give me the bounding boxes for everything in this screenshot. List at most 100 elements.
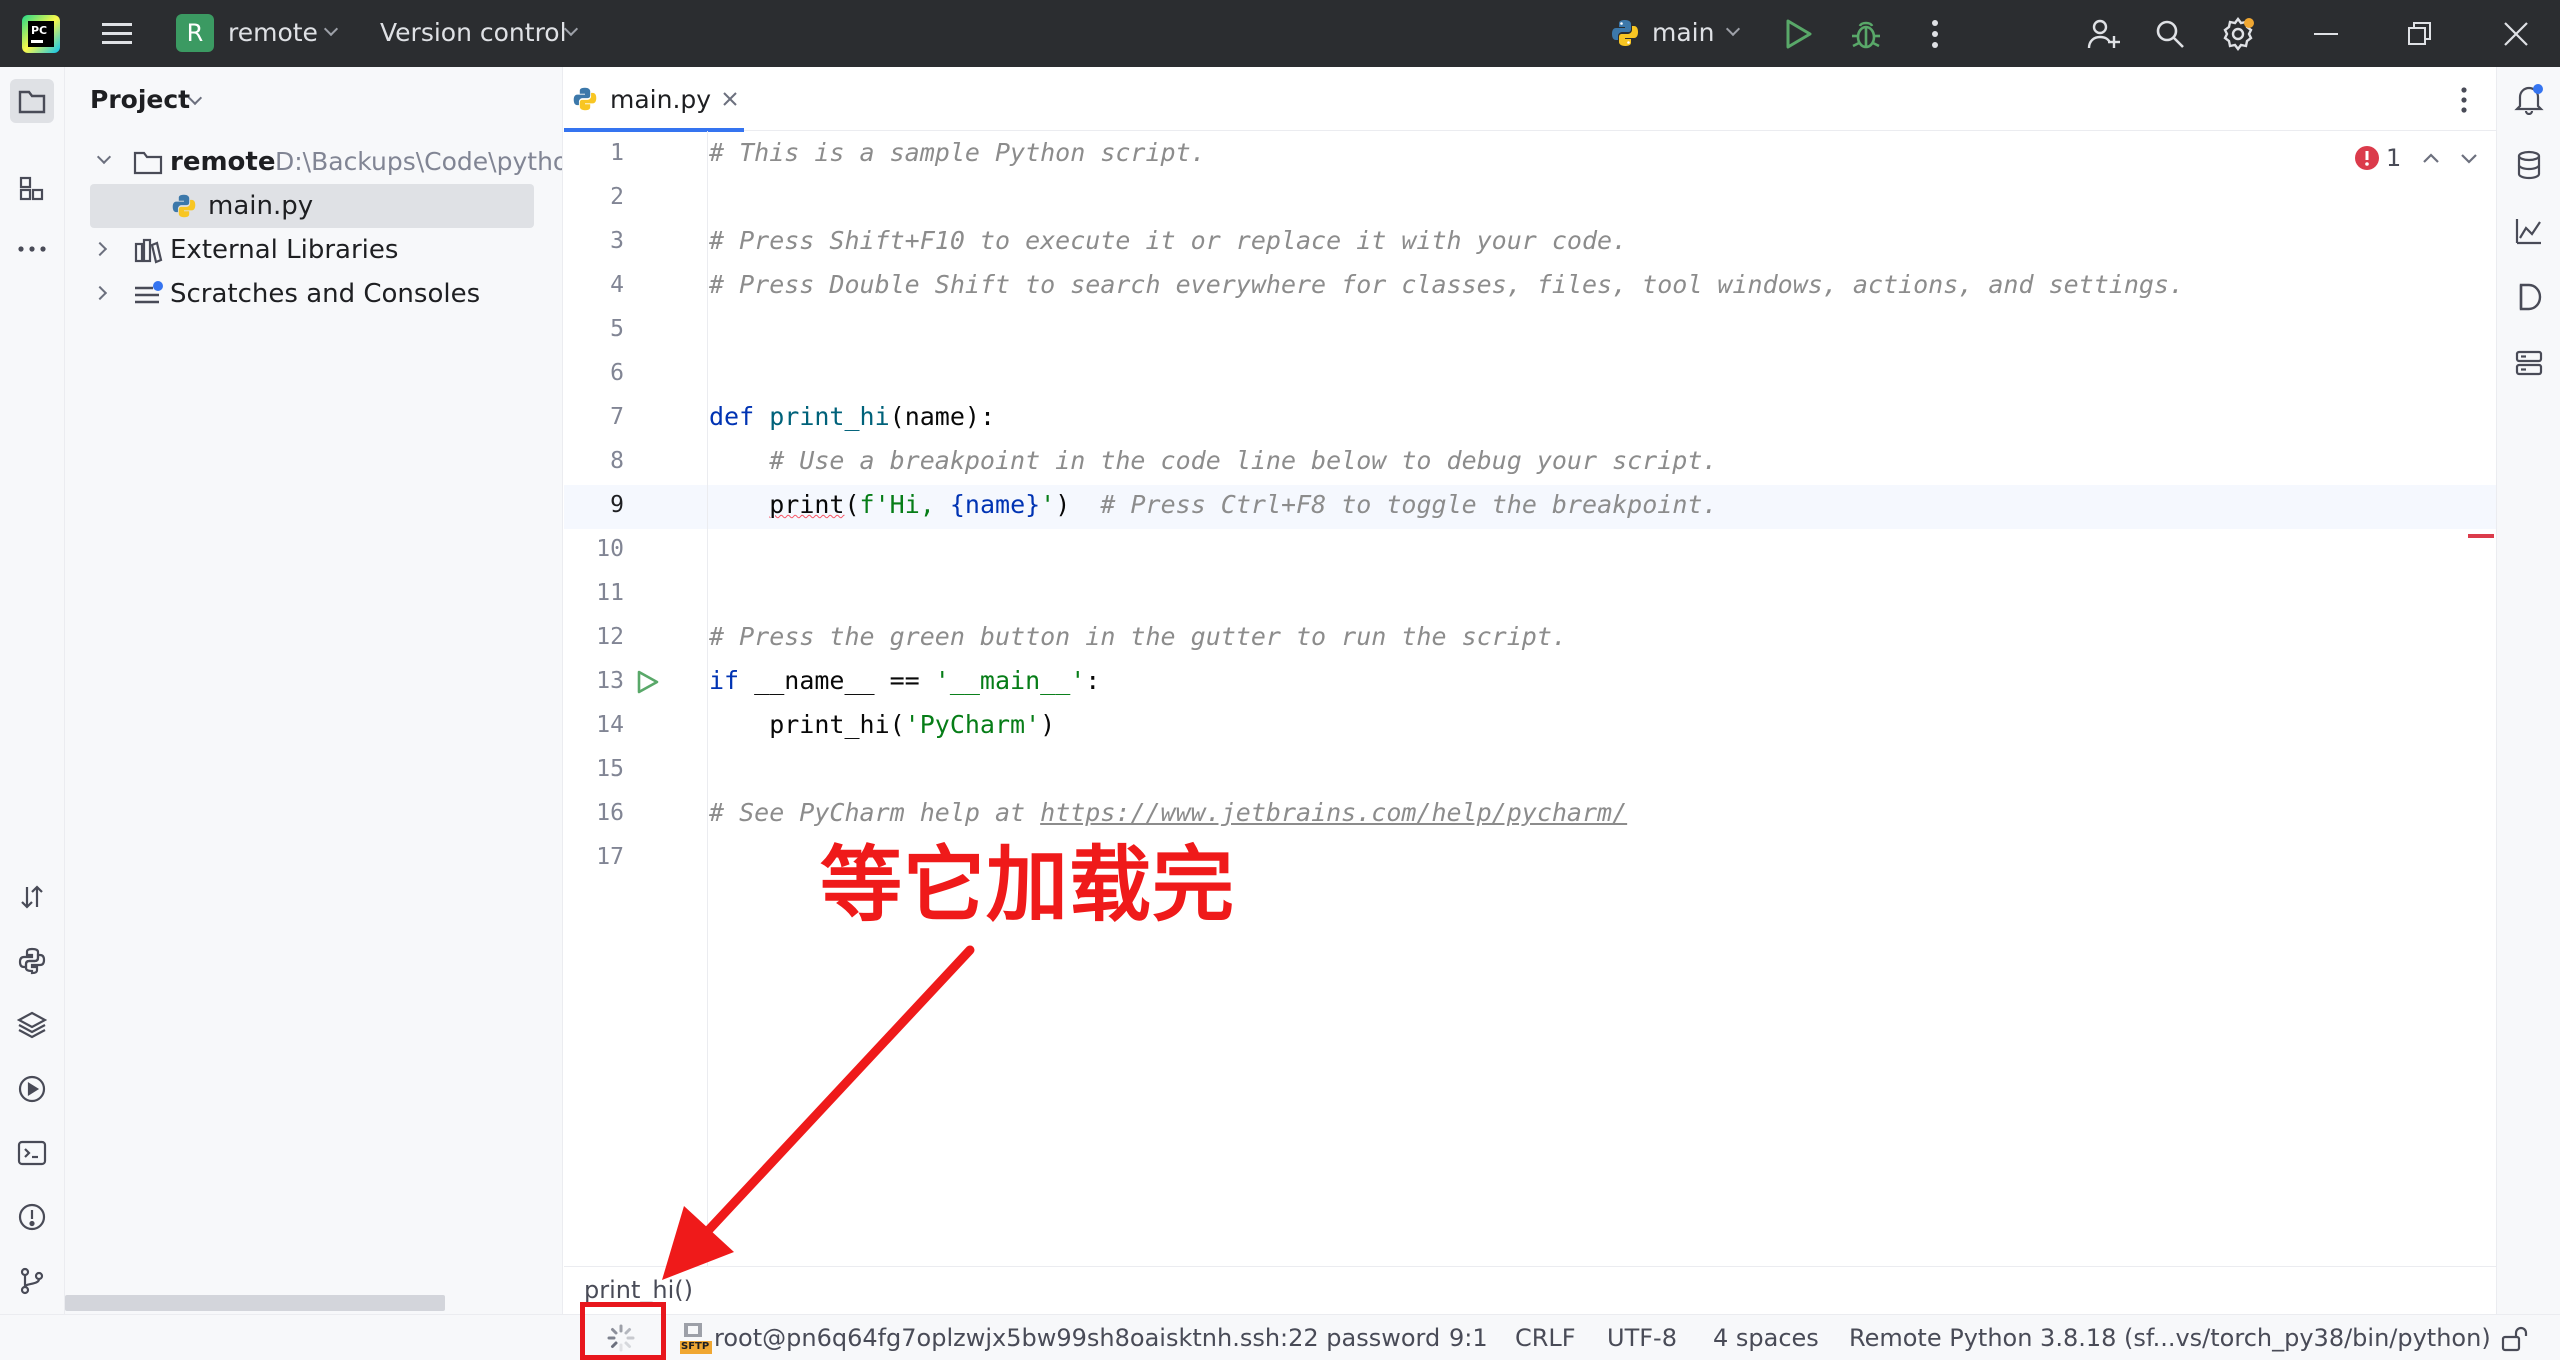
interpreter-selector[interactable]: Remote Python 3.8.18 (sf...vs/torch_py38…: [1849, 1315, 2491, 1360]
more-tools-icon[interactable]: [12, 229, 52, 269]
chevron-down-icon[interactable]: [96, 149, 112, 165]
line-number: 12: [596, 624, 624, 650]
line-number: 17: [596, 844, 624, 870]
line-number: 10: [596, 536, 624, 562]
code-line-7: def print_hi(name):: [709, 402, 995, 431]
indent-selector[interactable]: 4 spaces: [1713, 1315, 1819, 1360]
tree-node-external-libraries[interactable]: External Libraries: [65, 228, 562, 272]
layers-tool-icon[interactable]: [12, 1005, 52, 1045]
annotation-highlight-box: [580, 1302, 666, 1360]
run-config-widget[interactable]: main: [1610, 14, 1745, 54]
line-number: 11: [596, 580, 624, 606]
sftp-icon: SFTP: [680, 1321, 712, 1355]
run-button[interactable]: [1782, 18, 1814, 50]
line-number: 1: [610, 140, 624, 166]
svg-text:PC: PC: [31, 24, 47, 37]
scratches-icon: [135, 281, 163, 304]
line-ending-selector[interactable]: CRLF: [1515, 1315, 1576, 1360]
library-icon: [134, 238, 163, 264]
code-line-9: print(f'Hi, {name}') # Press Ctrl+F8 to …: [769, 490, 1718, 519]
minimize-window-icon[interactable]: [2310, 18, 2342, 50]
python-packages-icon[interactable]: [12, 941, 52, 981]
line-number: 14: [596, 712, 624, 738]
tree-node-scratches[interactable]: Scratches and Consoles: [65, 272, 562, 316]
editor-tab-bar: main.py: [564, 67, 2496, 132]
line-number: 3: [610, 228, 624, 254]
chevron-right-icon[interactable]: [92, 241, 108, 257]
line-number: 13: [596, 668, 624, 694]
tab-options-icon[interactable]: [2454, 85, 2474, 115]
line-number: 9: [610, 492, 624, 518]
terminal-tool-icon[interactable]: [12, 1133, 52, 1173]
project-badge: R: [176, 14, 214, 52]
tree-node-label: External Libraries: [170, 235, 399, 265]
line-number: 15: [596, 756, 624, 782]
line-number: 16: [596, 800, 624, 826]
annotation-text: 等它加载完: [820, 838, 1236, 933]
python-file-icon: [172, 194, 196, 218]
main-menu-icon[interactable]: [100, 19, 134, 49]
code-line-14: print_hi('PyCharm'): [709, 710, 1056, 739]
chevron-down-icon: [1725, 21, 1741, 37]
line-number: 5: [610, 316, 624, 342]
git-tool-icon[interactable]: [12, 1261, 52, 1301]
title-bar: PC R remote Version control main: [0, 0, 2560, 67]
project-name: remote: [228, 18, 318, 47]
settings-gear-icon[interactable]: [2220, 16, 2256, 52]
tab-main-py[interactable]: main.py: [564, 67, 744, 132]
line-number: 8: [610, 448, 624, 474]
restore-window-icon[interactable]: [2404, 18, 2436, 50]
tree-node-label: remote: [170, 147, 276, 177]
tab-label: main.py: [610, 84, 712, 114]
tree-node-path: D:\Backups\Code\pytho: [275, 147, 563, 176]
search-icon[interactable]: [2154, 18, 2186, 50]
notifications-bell-icon[interactable]: [2509, 79, 2549, 119]
project-panel-title: Project: [90, 85, 191, 114]
tree-node-main-py[interactable]: main.py: [90, 184, 534, 228]
database-tool-icon[interactable]: [2509, 145, 2549, 185]
project-tool-icon[interactable]: [10, 79, 54, 123]
chevron-right-icon[interactable]: [92, 285, 108, 301]
horizontal-scrollbar[interactable]: [65, 1295, 445, 1311]
code-line-8: # Use a breakpoint in the code line belo…: [709, 446, 1718, 475]
caret-position[interactable]: 9:1: [1449, 1315, 1488, 1360]
structure-tool-icon[interactable]: [12, 169, 52, 209]
code-line-12: # Press the green button in the gutter t…: [709, 622, 1567, 651]
code-line-13: if __name__ == '__main__':: [709, 666, 1101, 695]
add-user-icon[interactable]: [2087, 18, 2121, 50]
more-actions-icon[interactable]: [1920, 18, 1950, 50]
editor-gutter: 1 2 3 4 5 6 7 8 9 10 11 12 13 14 15 16 1…: [564, 131, 708, 1266]
code-text[interactable]: # This is a sample Python script. # Pres…: [709, 131, 2496, 1211]
vcs-label: Version control: [380, 18, 567, 47]
python-file-icon: [573, 87, 597, 111]
project-view-selector[interactable]: Project: [90, 85, 220, 121]
code-line-1: # This is a sample Python script.: [709, 138, 1206, 167]
project-widget[interactable]: R remote: [176, 14, 346, 54]
line-number: 6: [610, 360, 624, 386]
commit-tool-icon[interactable]: [12, 877, 52, 917]
project-tool-window: Project remote D:\Backups\Code\pytho mai…: [65, 67, 563, 1314]
services-tool-icon[interactable]: [12, 1069, 52, 1109]
left-tool-strip: [0, 67, 65, 1314]
run-config-label: main: [1652, 18, 1715, 47]
coverage-tool-icon[interactable]: [2509, 277, 2549, 317]
debug-button[interactable]: [1848, 16, 1884, 52]
right-tool-strip: [2496, 67, 2560, 1314]
pycharm-logo-icon[interactable]: PC: [22, 15, 60, 53]
problems-tool-icon[interactable]: [12, 1197, 52, 1237]
line-number: 7: [610, 404, 624, 430]
encoding-selector[interactable]: UTF-8: [1607, 1315, 1677, 1360]
gutter-run-icon[interactable]: [634, 669, 660, 695]
code-editor[interactable]: main.py 1 2 3 4 5 6 7 8 9 10 11 12 13 14…: [564, 67, 2496, 1313]
close-window-icon[interactable]: [2500, 18, 2532, 50]
tree-node-remote[interactable]: remote D:\Backups\Code\pytho: [65, 140, 563, 184]
line-number: 4: [610, 272, 624, 298]
line-number: 2: [610, 184, 624, 210]
folder-icon: [133, 151, 163, 175]
close-tab-icon[interactable]: [721, 90, 739, 108]
sciview-tool-icon[interactable]: [2509, 211, 2549, 251]
vcs-widget[interactable]: Version control: [380, 14, 590, 54]
chevron-down-icon: [323, 21, 339, 37]
lock-icon[interactable]: [2500, 1315, 2530, 1360]
remote-host-tool-icon[interactable]: [2509, 343, 2549, 383]
